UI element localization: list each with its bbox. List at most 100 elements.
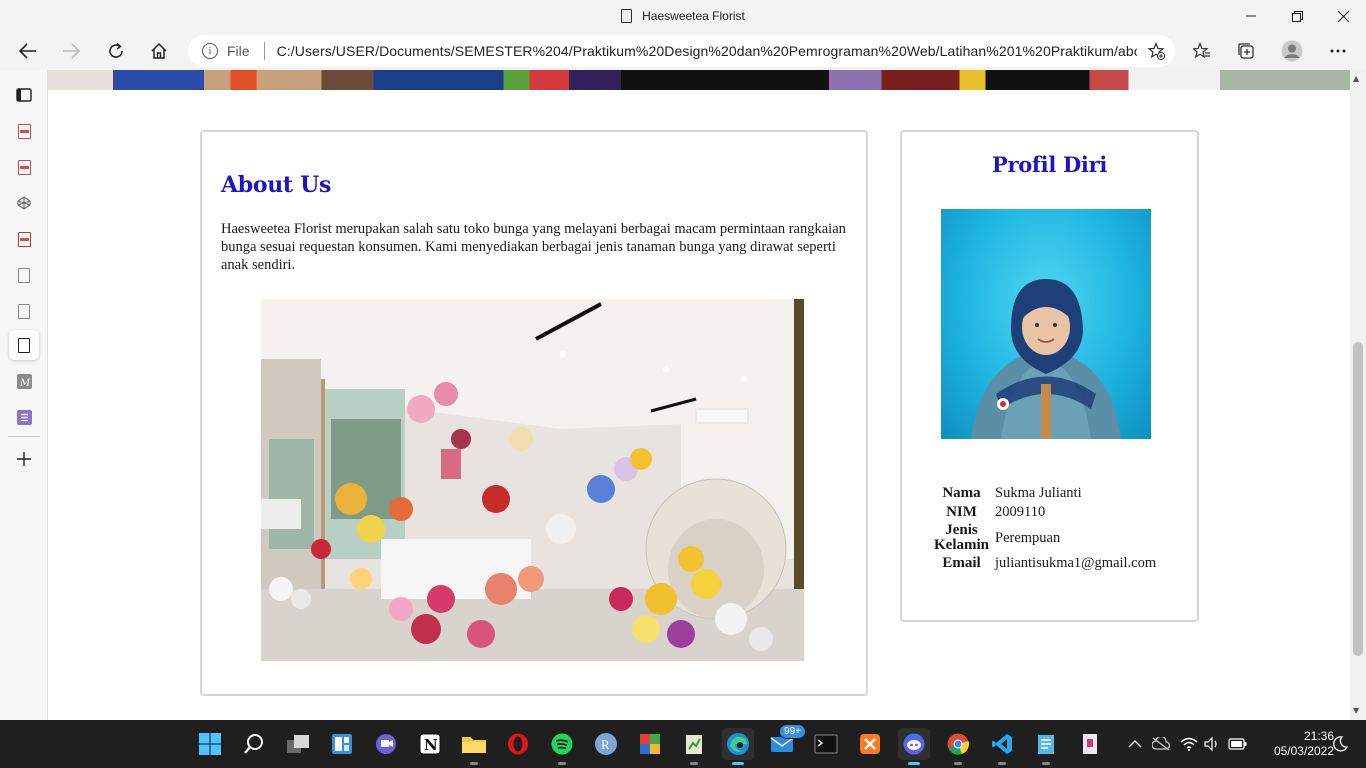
settings-more-button[interactable] [1321,34,1355,68]
address-bar[interactable]: i File C:/Users/USER/Documents/SEMESTER%… [188,35,1175,67]
vertical-scrollbar[interactable]: ▲ ▼ [1350,70,1366,720]
cloud-status-icon[interactable] [1152,720,1170,768]
discord-button[interactable] [898,728,930,765]
windows-taskbar: N R 99+ 21:36 05/03/2022 [0,720,1366,768]
profile-photo [941,209,1151,439]
tab-page-1[interactable] [9,260,39,290]
url-text[interactable]: C:/Users/USER/Documents/SEMESTER%204/Pra… [277,43,1137,59]
home-button[interactable] [142,34,176,68]
wifi-icon[interactable] [1180,720,1198,768]
tab-pdf-2[interactable] [9,152,39,182]
notifications-button[interactable] [1332,720,1348,768]
tab-pdf-3[interactable] [9,224,39,254]
running-indicator [908,762,920,765]
notes-icon [686,735,702,754]
mail-unread-badge: 99+ [779,724,806,739]
running-indicator [954,762,962,765]
back-button[interactable] [11,34,45,68]
battery-icon[interactable] [1228,720,1248,768]
codepen-icon [17,196,31,210]
chrome-button[interactable] [942,728,974,765]
running-indicator [1042,762,1050,765]
running-indicator [470,762,478,765]
vertical-tabs-sidebar: M [0,70,48,720]
document-app-button[interactable] [1074,728,1106,760]
search-icon [244,734,263,754]
pdf-icon [17,123,31,139]
svg-text:R: R [601,737,610,752]
tab-forms[interactable] [9,402,39,432]
scroll-down-icon[interactable]: ▼ [1353,706,1359,715]
tab-page-active[interactable] [9,330,39,360]
pdf-icon [17,159,31,175]
windows-logo-icon [199,733,221,755]
collections-button[interactable] [1229,34,1263,68]
profile-label: NIM [946,504,977,520]
profile-row-email: Email juliantisukma1@gmail.com [932,554,1158,573]
minimize-button[interactable] [1228,0,1274,32]
notes-app-button[interactable] [678,728,710,765]
task-view-button[interactable] [282,728,314,760]
home-icon [151,42,167,59]
spotify-button[interactable] [546,728,578,765]
office-button[interactable] [634,728,666,760]
scroll-up-icon[interactable]: ▲ [1353,74,1359,83]
scrollbar-thumb[interactable] [1353,342,1363,656]
refresh-icon [109,42,123,58]
task-view-icon [287,735,309,753]
page-icon [18,303,30,319]
profile-value: Sukma Julianti [995,485,1082,501]
profile-row-nama: Nama Sukma Julianti [932,484,1158,503]
teams-chat-button[interactable] [370,728,402,760]
r-app-button[interactable]: R [590,728,622,760]
window-title-bar: Haesweetea Florist [0,0,1366,32]
close-button[interactable] [1320,0,1366,32]
running-indicator [558,762,566,765]
clock[interactable]: 21:36 05/03/2022 [1254,729,1334,759]
tab-page-2[interactable] [9,296,39,326]
tab-actions-icon [16,88,32,102]
tab-medium[interactable]: M [9,366,39,396]
forward-button[interactable] [54,34,88,68]
new-tab-button[interactable] [9,444,39,474]
start-button[interactable] [194,728,226,760]
document-icon [621,9,633,23]
profile-label: Jenis Kelamin [934,522,989,553]
favorites-button[interactable] [1185,34,1219,68]
forward-arrow-icon [63,43,80,59]
chevron-up-icon [1128,740,1142,748]
search-button[interactable] [238,728,270,760]
moon-icon [1333,736,1348,752]
notion-button[interactable]: N [414,728,446,760]
tab-pdf-1[interactable] [9,116,39,146]
profile-value: Perempuan [995,529,1061,546]
opera-button[interactable] [502,728,534,760]
tab-codepen[interactable] [9,188,39,218]
window-title: Haesweetea Florist [0,0,1366,32]
mail-button[interactable]: 99+ [766,724,806,760]
profile-button[interactable] [1275,34,1309,68]
add-favorite-icon[interactable] [1147,41,1166,63]
notepad-button[interactable] [1030,728,1062,765]
xampp-button[interactable] [854,728,886,760]
info-icon[interactable]: i [202,43,218,59]
vscode-button[interactable] [986,728,1018,765]
page-viewport: About Us Haesweetea Florist merupakan sa… [48,70,1350,720]
restore-button[interactable] [1274,0,1320,32]
file-explorer-button[interactable] [458,728,490,765]
vscode-icon [992,734,1012,754]
refresh-button[interactable] [99,34,133,68]
terminal-button[interactable] [810,728,842,760]
show-hidden-icons-button[interactable] [1128,720,1142,768]
flower-shop-image [261,299,804,661]
header-banner-image [48,70,1350,90]
pdf-icon [17,231,31,247]
about-us-card: About Us Haesweetea Florist merupakan sa… [200,130,868,696]
security-label: File [227,43,250,59]
chat-icon [376,734,396,754]
tab-actions-button[interactable] [9,80,39,110]
widgets-button[interactable] [326,728,358,760]
user-avatar-icon [1281,40,1303,62]
volume-icon[interactable] [1204,720,1220,768]
edge-browser-button[interactable] [722,728,754,765]
